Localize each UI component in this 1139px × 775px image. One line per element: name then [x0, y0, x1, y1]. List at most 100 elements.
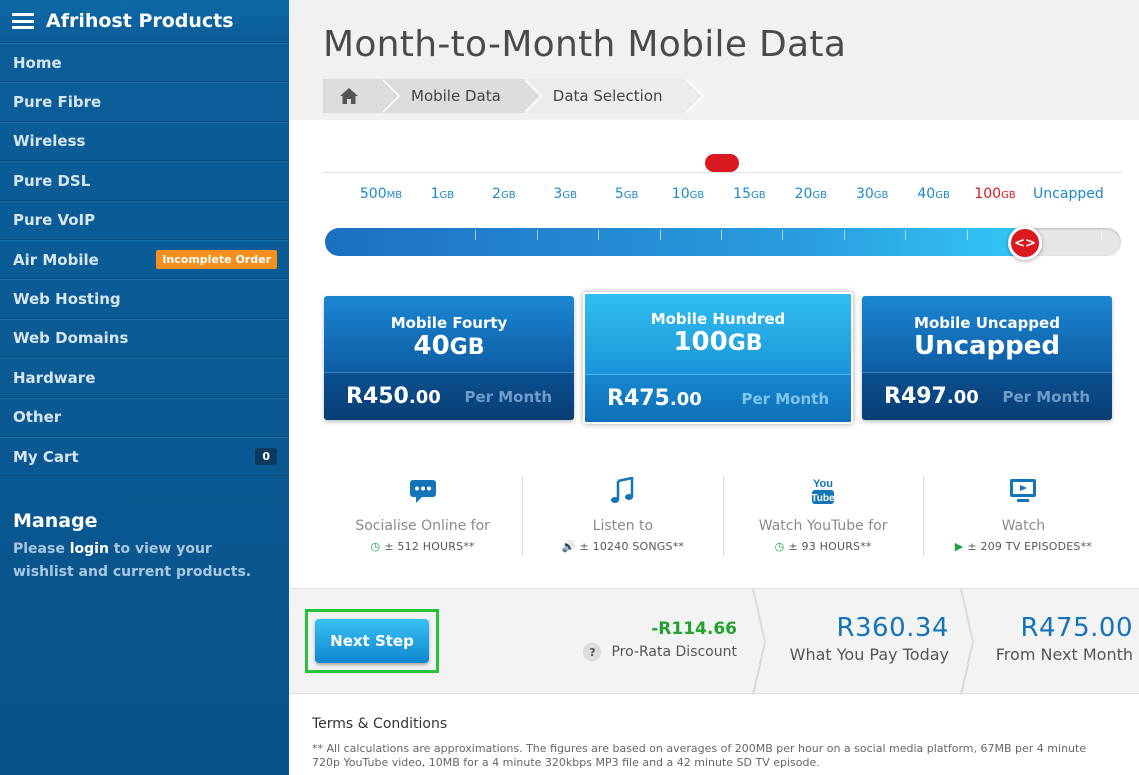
sidebar-item-pure-fibre[interactable]: Pure Fibre	[0, 82, 289, 122]
next-step-button[interactable]: Next Step	[315, 619, 429, 663]
sidebar-nav: Home Pure Fibre Wireless Pure DSL Pure V…	[0, 43, 289, 477]
slider-handle[interactable]: <>	[1008, 226, 1042, 260]
terms-text: ** All calculations are approximations. …	[312, 742, 1087, 769]
tick-label[interactable]: 1GB	[431, 186, 455, 202]
plan-size: 100GB	[673, 327, 763, 357]
page-header: Month-to-Month Mobile Data Mobile Data D…	[289, 0, 1139, 120]
tick-mark	[966, 230, 968, 240]
breadcrumb-data-selection: Data Selection	[522, 79, 704, 113]
plan-price: R475.00	[607, 386, 702, 411]
plan-name: Mobile Uncapped	[914, 314, 1060, 332]
speaker-icon: 🔊	[561, 540, 576, 553]
terms-section: Terms & Conditions ** All calculations a…	[312, 716, 1092, 770]
arrows-icon: <>	[1014, 235, 1036, 251]
plan-price: R450.00	[346, 384, 441, 409]
usage-listen: Listen to 🔊 ± 10240 SONGS**	[523, 476, 724, 556]
manage-section: Manage Please login to view your wishlis…	[0, 476, 289, 584]
tick-label[interactable]: 30GB	[856, 186, 888, 202]
next-month-label: From Next Month	[995, 645, 1133, 664]
tick-mark	[843, 230, 845, 240]
tick-label[interactable]: 10GB	[672, 186, 704, 202]
breadcrumb-mobile-data[interactable]: Mobile Data	[381, 79, 542, 113]
incomplete-order-badge: Incomplete Order	[156, 250, 277, 270]
page-title: Month-to-Month Mobile Data	[323, 24, 847, 65]
plan-card-uncapped[interactable]: Mobile Uncapped Uncapped R497.00 Per Mon…	[862, 296, 1112, 420]
manage-text: Please login to view your wishlist and c…	[13, 541, 252, 581]
svg-text:You: You	[813, 478, 833, 490]
plan-card-hundred[interactable]: Mobile Hundred 100GB R475.00 Per Month	[583, 292, 853, 424]
sidebar-item-pure-voip[interactable]: Pure VoIP	[0, 200, 289, 240]
home-icon	[340, 88, 358, 104]
pay-today-value: R360.34	[836, 613, 949, 643]
plan-card-fourty[interactable]: Mobile Fourty 40GB R450.00 Per Month	[324, 296, 574, 420]
sidebar-header: Afrihost Products	[0, 0, 289, 43]
pay-today-label: What You Pay Today	[789, 645, 949, 664]
plan-size: 40GB	[413, 331, 485, 361]
next-month-value: R475.00	[1020, 613, 1133, 643]
plan-period: Per Month	[464, 387, 552, 406]
tick-mark	[721, 230, 722, 240]
sidebar-item-web-hosting[interactable]: Web Hosting	[0, 279, 289, 319]
login-link[interactable]: login	[70, 541, 109, 557]
tick-label[interactable]: Uncapped	[1033, 186, 1104, 202]
pay-today: R360.34 What You Pay Today	[779, 613, 949, 664]
tick-label[interactable]: 2GB	[492, 186, 516, 202]
sidebar: Afrihost Products Home Pure Fibre Wirele…	[0, 0, 289, 775]
help-icon[interactable]: ?	[583, 643, 602, 661]
tick-mark	[1101, 230, 1103, 240]
tick-label[interactable]: 3GB	[553, 186, 577, 202]
tick-mark	[475, 230, 477, 240]
next-step-highlight: Next Step	[305, 609, 439, 673]
tick-mark	[536, 230, 538, 240]
plan-price: R497.00	[884, 384, 979, 409]
slider-fill	[325, 228, 1025, 256]
tick-mark	[905, 230, 907, 240]
manage-title: Manage	[13, 510, 98, 533]
plan-cards: Mobile Fourty 40GB R450.00 Per Month Mob…	[324, 292, 1114, 427]
play-icon: ▶	[954, 540, 964, 553]
tick-label[interactable]: 100GB	[974, 186, 1015, 202]
tick-mark	[782, 230, 784, 240]
tick-label[interactable]: 15GB	[733, 186, 765, 202]
usage-tv: Watch ▶ ± 209 TV EPISODES**	[924, 476, 1123, 556]
youtube-icon: You Tube	[812, 478, 835, 504]
cart-count-badge: 0	[255, 448, 277, 466]
clock-icon: ◷	[370, 540, 381, 553]
chevron-divider	[752, 589, 767, 695]
sidebar-item-other[interactable]: Other	[0, 397, 289, 437]
plan-period: Per Month	[741, 389, 829, 408]
breadcrumb: Mobile Data Data Selection	[323, 79, 1139, 113]
tick-label[interactable]: 5GB	[615, 186, 639, 202]
sidebar-item-web-domains[interactable]: Web Domains	[0, 318, 289, 359]
usage-estimates: Socialise Online for ◷ ± 512 HOURS** List…	[323, 476, 1123, 556]
terms-title: Terms & Conditions	[312, 716, 448, 732]
plan-name: Mobile Fourty	[390, 314, 508, 332]
tick-mark	[659, 230, 661, 240]
sidebar-title: Afrihost Products	[46, 10, 234, 32]
sidebar-item-pure-dsl[interactable]: Pure DSL	[0, 161, 289, 201]
tick-label[interactable]: 20GB	[795, 186, 827, 202]
sidebar-item-air-mobile[interactable]: Air Mobile Incomplete Order	[0, 239, 289, 280]
breadcrumb-home[interactable]	[323, 79, 400, 113]
music-icon	[610, 477, 634, 503]
order-summary-bar: Next Step -R114.66 ? Pro-Rata Discount R3…	[289, 588, 1139, 695]
selected-marker	[705, 154, 739, 172]
sidebar-item-hardware[interactable]: Hardware	[0, 358, 289, 398]
usage-youtube: You Tube Watch YouTube for ◷ ± 93 HOURS**	[724, 476, 924, 556]
slider-top-line	[323, 172, 1123, 173]
tick-label[interactable]: 500MB	[360, 186, 402, 202]
hamburger-menu-icon[interactable]	[12, 13, 34, 29]
discount-label: Pro-Rata Discount	[611, 644, 737, 660]
main-content: Month-to-Month Mobile Data Mobile Data D…	[289, 0, 1139, 775]
plan-size: Uncapped	[913, 331, 1061, 361]
tick-label[interactable]: 40GB	[917, 186, 949, 202]
slider-track[interactable]	[325, 228, 1121, 256]
sidebar-item-home[interactable]: Home	[0, 43, 289, 83]
tv-icon	[1010, 479, 1037, 502]
sidebar-item-my-cart[interactable]: My Cart 0	[0, 436, 289, 477]
sidebar-item-wireless[interactable]: Wireless	[0, 121, 289, 162]
usage-socialise: Socialise Online for ◷ ± 512 HOURS**	[323, 476, 524, 556]
plan-period: Per Month	[1002, 387, 1090, 406]
discount-value: -R114.66	[651, 619, 737, 639]
next-month-price: R475.00 From Next Month	[996, 613, 1133, 664]
